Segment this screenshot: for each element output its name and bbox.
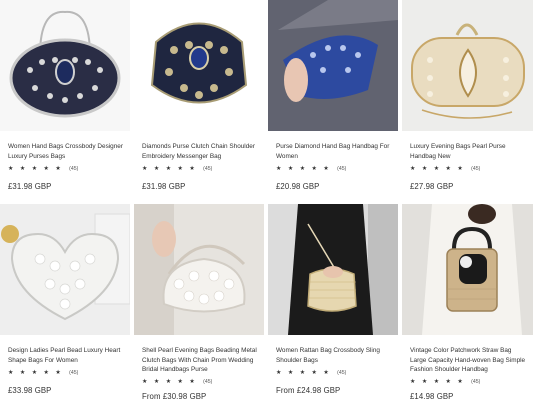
product-card[interactable]: Luxury Evening Bags Pearl Purse Handbag …: [402, 0, 533, 204]
product-price: £14.98 GBP: [410, 392, 454, 401]
product-grid: Women Hand Bags Crossbody Designer Luxur…: [0, 0, 533, 408]
product-card[interactable]: Vintage Color Patchwork Straw Bag Large …: [402, 204, 533, 408]
pearl-evening-bag-image: [402, 0, 533, 131]
product-price: From £30.98 GBP: [142, 392, 207, 401]
product-price: £31.98 GBP: [142, 182, 186, 191]
review-count: (45): [471, 165, 481, 172]
product-price: £20.98 GBP: [276, 182, 320, 191]
jeweled-clutch-image: [134, 0, 264, 131]
product-title[interactable]: Shell Pearl Evening Bags Beading Metal C…: [142, 346, 257, 374]
product-rating: ★ ★ ★ ★ ★ (45): [8, 165, 130, 173]
product-rating: ★ ★ ★ ★ ★ (45): [8, 369, 130, 377]
review-count: (45): [337, 369, 347, 376]
review-count: (45): [203, 165, 213, 172]
star-rating-icon: ★ ★ ★ ★ ★: [142, 166, 198, 172]
beaded-handbag-image: [0, 0, 130, 131]
rattan-crossbody-bag-image: [268, 204, 398, 335]
product-title[interactable]: Vintage Color Patchwork Straw Bag Large …: [410, 346, 526, 374]
pearl-heart-bag-image: [0, 204, 130, 335]
product-card[interactable]: Design Ladies Pearl Bead Luxury Heart Sh…: [0, 204, 130, 408]
star-rating-icon: ★ ★ ★ ★ ★: [410, 166, 466, 172]
product-card[interactable]: Diamonds Purse Clutch Chain Shoulder Emb…: [134, 0, 264, 204]
star-rating-icon: ★ ★ ★ ★ ★: [276, 166, 332, 172]
product-rating: ★ ★ ★ ★ ★ (45): [410, 165, 533, 173]
star-rating-icon: ★ ★ ★ ★ ★: [410, 379, 466, 385]
review-count: (45): [69, 369, 79, 376]
product-rating: ★ ★ ★ ★ ★ (45): [142, 378, 264, 386]
product-rating: ★ ★ ★ ★ ★ (45): [276, 165, 398, 173]
product-card[interactable]: Shell Pearl Evening Bags Beading Metal C…: [134, 204, 264, 408]
product-price: £33.98 GBP: [8, 386, 52, 395]
product-image[interactable]: [134, 204, 264, 335]
star-rating-icon: ★ ★ ★ ★ ★: [142, 379, 198, 385]
product-image[interactable]: [0, 0, 130, 131]
blue-diamond-clutch-image: [268, 0, 398, 131]
product-title[interactable]: Design Ladies Pearl Bead Luxury Heart Sh…: [8, 346, 123, 365]
product-price: From £24.98 GBP: [276, 386, 341, 395]
product-title[interactable]: Diamonds Purse Clutch Chain Shoulder Emb…: [142, 142, 257, 161]
product-card[interactable]: Women Rattan Bag Crossbody Sling Shoulde…: [268, 204, 398, 408]
product-image[interactable]: [402, 204, 533, 335]
review-count: (45): [203, 378, 213, 385]
product-rating: ★ ★ ★ ★ ★ (45): [142, 165, 264, 173]
product-rating: ★ ★ ★ ★ ★ (45): [410, 378, 533, 386]
product-title[interactable]: Luxury Evening Bags Pearl Purse Handbag …: [410, 142, 526, 161]
review-count: (45): [471, 378, 481, 385]
product-price: £31.98 GBP: [8, 182, 52, 191]
product-title[interactable]: Purse Diamond Hand Bag Handbag For Women: [276, 142, 391, 161]
review-count: (45): [69, 165, 79, 172]
review-count: (45): [337, 165, 347, 172]
star-rating-icon: ★ ★ ★ ★ ★: [8, 370, 64, 376]
shell-pearl-bag-image: [134, 204, 264, 335]
product-card[interactable]: Women Hand Bags Crossbody Designer Luxur…: [0, 0, 130, 204]
product-rating: ★ ★ ★ ★ ★ (45): [276, 369, 398, 377]
product-image[interactable]: [402, 0, 533, 131]
product-image[interactable]: [268, 204, 398, 335]
product-image[interactable]: [134, 0, 264, 131]
product-title[interactable]: Women Hand Bags Crossbody Designer Luxur…: [8, 142, 123, 161]
product-price: £27.98 GBP: [410, 182, 454, 191]
straw-patchwork-bag-image: [402, 204, 533, 335]
product-title[interactable]: Women Rattan Bag Crossbody Sling Shoulde…: [276, 346, 391, 365]
star-rating-icon: ★ ★ ★ ★ ★: [8, 166, 64, 172]
product-card[interactable]: Purse Diamond Hand Bag Handbag For Women…: [268, 0, 398, 204]
star-rating-icon: ★ ★ ★ ★ ★: [276, 370, 332, 376]
product-image[interactable]: [268, 0, 398, 131]
product-image[interactable]: [0, 204, 130, 335]
